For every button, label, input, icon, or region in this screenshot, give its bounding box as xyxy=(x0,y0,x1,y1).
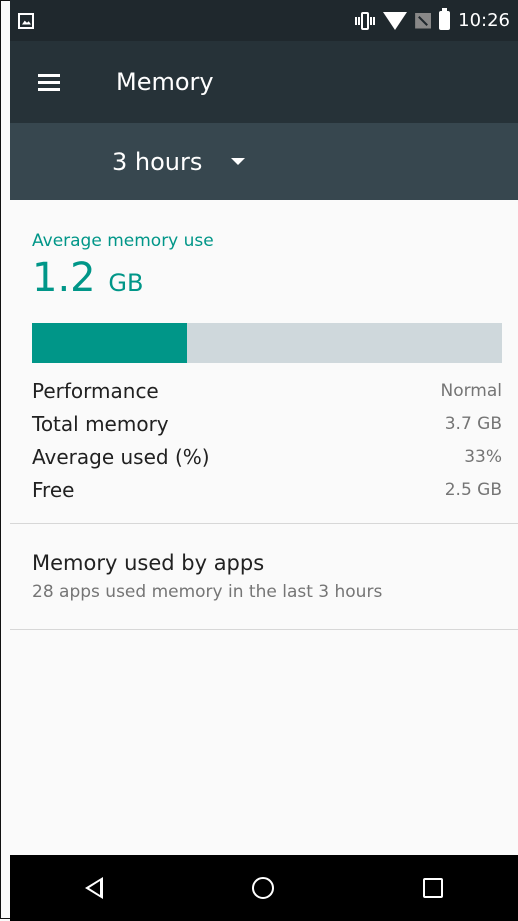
memory-usage-bar xyxy=(32,323,502,363)
metric-label: Total memory xyxy=(32,411,169,436)
average-memory-unit: GB xyxy=(108,269,144,297)
metric-value: Normal xyxy=(440,380,502,401)
dropdown-arrow-icon[interactable] xyxy=(231,158,246,165)
home-icon[interactable] xyxy=(251,877,274,899)
status-time: 10:26 xyxy=(458,10,510,31)
apps-memory-title[interactable]: Memory used by apps xyxy=(32,551,264,575)
apps-memory-subtitle: 28 apps used memory in the last 3 hours xyxy=(32,582,383,602)
status-bar: 10:26 xyxy=(10,0,518,41)
status-right: 10:26 xyxy=(355,8,510,31)
metric-label: Performance xyxy=(32,378,159,403)
menu-icon[interactable] xyxy=(38,73,60,91)
memory-usage-fill xyxy=(32,323,188,363)
metric-row-free: Free 2.5 GB xyxy=(32,473,502,506)
app-bar: Memory xyxy=(10,41,518,123)
average-memory-label: Average memory use xyxy=(32,231,214,251)
average-memory-value: 1.2 GB xyxy=(32,254,143,307)
vibrate-icon xyxy=(355,11,376,31)
metric-value: 2.5 GB xyxy=(444,479,502,500)
no-sim-icon xyxy=(415,12,432,29)
metric-value: 3.7 GB xyxy=(444,413,502,434)
recent-apps-icon[interactable] xyxy=(423,878,444,898)
battery-icon xyxy=(439,8,451,30)
page-title: Memory xyxy=(116,68,214,96)
metric-label: Average used (%) xyxy=(32,444,210,469)
back-icon[interactable] xyxy=(84,877,103,899)
image-notification-icon xyxy=(18,12,34,29)
metric-value: 33% xyxy=(464,446,502,467)
metric-row-total-memory: Total memory 3.7 GB xyxy=(32,407,502,440)
memory-content: Average memory use 1.2 GB Performance No… xyxy=(10,200,518,855)
section-divider-2 xyxy=(10,629,518,630)
section-divider-1 xyxy=(10,523,518,524)
average-memory-number: 1.2 xyxy=(32,255,96,301)
wifi-icon xyxy=(383,11,408,30)
status-left xyxy=(18,12,34,29)
metric-row-performance: Performance Normal xyxy=(32,374,502,407)
time-filter-bar[interactable]: 3 hours xyxy=(10,123,518,200)
metric-row-average-used: Average used (%) 33% xyxy=(32,440,502,473)
memory-metrics: Performance Normal Total memory 3.7 GB A… xyxy=(32,374,502,506)
metric-label: Free xyxy=(32,477,75,502)
time-period-label[interactable]: 3 hours xyxy=(112,148,202,176)
navigation-bar xyxy=(10,855,518,921)
